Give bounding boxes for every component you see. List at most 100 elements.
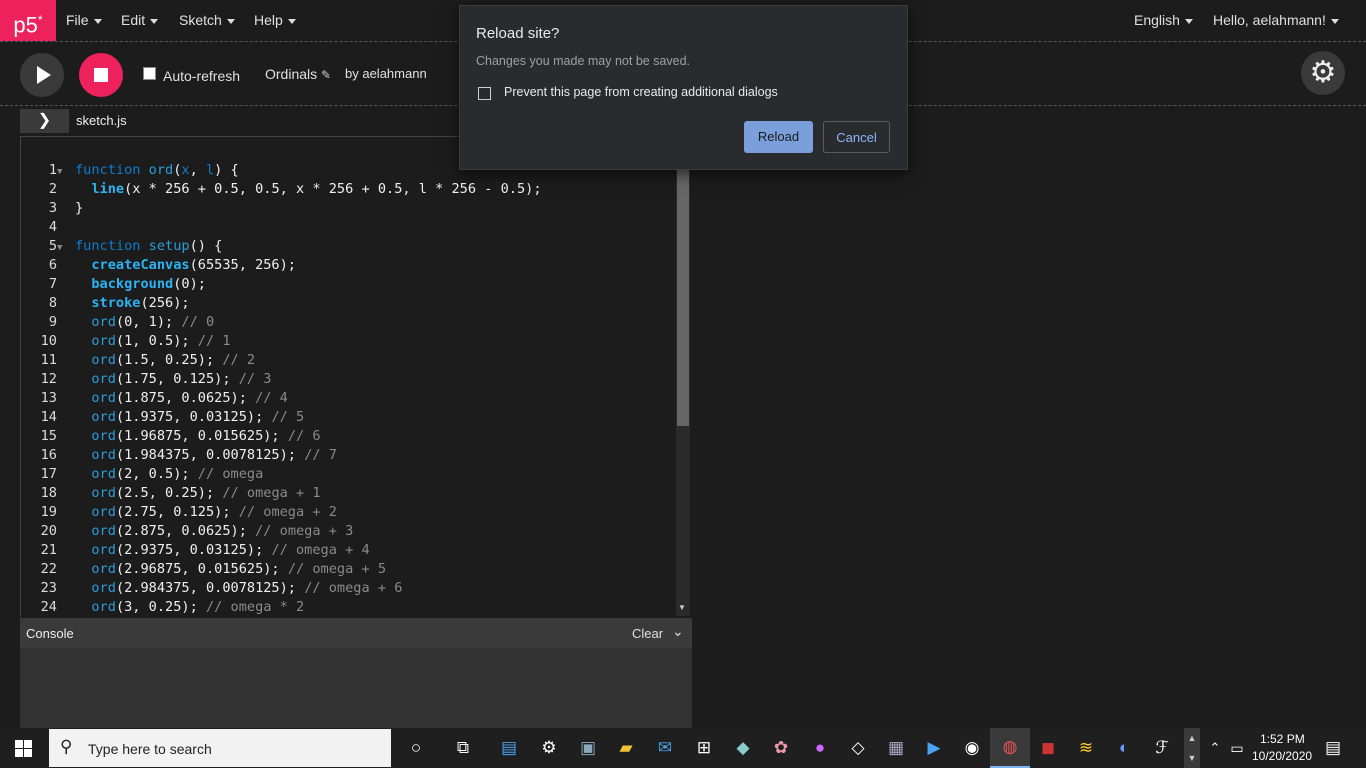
file-explorer-icon[interactable]: ▰ (614, 736, 638, 760)
code-token: x (181, 162, 190, 178)
p5-logo[interactable]: p5* (0, 0, 56, 41)
app-icon-blue-circle[interactable]: ◐ (1112, 736, 1136, 760)
app-icon-colorful[interactable]: ≋ (1074, 736, 1098, 760)
line-number: 8 (48, 295, 57, 311)
fold-gap (57, 259, 75, 276)
taskbar-search-box[interactable]: ⚲ Type here to search (49, 729, 391, 767)
chevron-down-icon (150, 18, 159, 24)
user-greeting: Hello, aelahmann! (1213, 12, 1326, 28)
prevent-dialogs-checkbox[interactable] (478, 87, 491, 100)
code-token: ord (91, 409, 116, 425)
paint3d-icon[interactable]: ● (808, 736, 832, 760)
clock-date[interactable]: 10/20/2020 (1252, 749, 1312, 763)
dialog-message: Changes you made may not be saved. (476, 54, 691, 68)
line-number: 14 (40, 409, 57, 425)
line-number: 15 (40, 428, 57, 444)
language-selector[interactable]: English (1134, 0, 1193, 41)
sidebar-toggle[interactable]: ❯ (20, 109, 69, 133)
code-token: ord (91, 333, 116, 349)
chrome-taskbar-button[interactable]: ◍ (990, 728, 1030, 768)
search-icon: ⚲ (60, 737, 73, 756)
notification-icon[interactable]: ▤ (1321, 736, 1345, 760)
line-number: 16 (40, 447, 57, 463)
app-icon-red[interactable]: ◼ (1036, 736, 1060, 760)
chevron-up-icon[interactable]: ⌃ (1203, 736, 1227, 760)
code-token: // omega + 3 (255, 523, 354, 539)
menu-file-label: File (66, 12, 89, 28)
menu-file[interactable]: File (66, 0, 102, 41)
line-number: 1 (48, 162, 57, 178)
code-token: (3, 0.25); (115, 599, 206, 615)
fold-gap (57, 373, 75, 390)
windows-start-icon[interactable] (15, 740, 32, 757)
menu-edit[interactable]: Edit (121, 0, 159, 41)
console-clear-button[interactable]: Clear (632, 626, 663, 641)
line-number: 24 (40, 599, 57, 615)
mail-icon[interactable]: ✉ (653, 736, 677, 760)
code-token: // 2 (222, 352, 256, 368)
code-token: , (189, 162, 206, 178)
play-button[interactable] (20, 53, 64, 97)
auto-refresh-checkbox[interactable] (143, 67, 156, 80)
scroll-down-arrow[interactable]: ▼ (678, 603, 686, 612)
code-token: (1.984375, 0.0078125); (115, 447, 305, 463)
line-number: 10 (40, 333, 57, 349)
task-view-icon[interactable]: ⧉ (451, 736, 475, 760)
menu-help[interactable]: Help (254, 0, 296, 41)
calculator-icon[interactable]: ▦ (884, 736, 908, 760)
code-token: line (91, 181, 125, 197)
user-menu[interactable]: Hello, aelahmann! (1213, 0, 1339, 41)
code-token: (2.9375, 0.03125); (115, 542, 272, 558)
photos-app-icon[interactable]: ▣ (576, 736, 600, 760)
fold-gap (57, 506, 75, 523)
groove-music-icon[interactable]: ◉ (960, 736, 984, 760)
code-editor[interactable]: 1▼ function ord(x, l) {2 line(x * 256 + 0… (20, 137, 693, 617)
fold-gap (57, 392, 75, 409)
line-number: 5 (48, 238, 57, 254)
menu-sketch[interactable]: Sketch (179, 0, 235, 41)
stop-button[interactable] (79, 53, 123, 97)
fold-gap (57, 411, 75, 428)
code-line: 12 ord(1.75, 0.125); // 3 (21, 371, 542, 390)
tray-scroll[interactable]: ▲ ▼ (1184, 728, 1200, 768)
clock-time[interactable]: 1:52 PM (1260, 732, 1305, 746)
network-icon[interactable]: ▭ (1225, 736, 1249, 760)
settings-app-icon[interactable]: ⚙ (537, 736, 561, 760)
cancel-button[interactable]: Cancel (823, 121, 890, 153)
chevron-down-icon[interactable]: ⌄ (672, 623, 684, 640)
settings-button[interactable]: ⚙ (1301, 51, 1345, 95)
fold-gap (57, 354, 75, 371)
code-line: 3 } (21, 200, 542, 219)
code-token: background (91, 276, 174, 292)
reload-button[interactable]: Reload (744, 121, 813, 153)
code-content: 1▼ function ord(x, l) {2 line(x * 256 + 0… (21, 162, 542, 617)
code-token: // 4 (255, 390, 288, 406)
sketch-name[interactable]: Ordinals ✎ (265, 66, 331, 82)
cortana-icon[interactable]: ○ (404, 736, 428, 760)
code-token: function (75, 238, 149, 254)
sticky-notes-icon[interactable]: ◆ (731, 736, 755, 760)
store-icon[interactable]: ⊞ (692, 736, 716, 760)
app-icon-fx[interactable]: ℱ (1150, 736, 1174, 760)
code-token: ord (91, 371, 116, 387)
line-number: 2 (48, 181, 57, 197)
fold-arrow-icon[interactable]: ▼ (57, 164, 75, 181)
code-token: ord (91, 523, 116, 539)
news-app-icon[interactable]: ▤ (497, 736, 521, 760)
3d-viewer-icon[interactable]: ◇ (846, 736, 870, 760)
line-number: 7 (48, 276, 57, 292)
paint-icon[interactable]: ✿ (769, 736, 793, 760)
fold-arrow-icon[interactable]: ▼ (57, 240, 75, 257)
code-token: (0); (173, 276, 206, 292)
file-tab-sketch-js[interactable]: sketch.js (76, 113, 127, 128)
code-line: 19 ord(2.75, 0.125); // omega + 2 (21, 504, 542, 523)
code-token: function (75, 162, 149, 178)
movies-icon[interactable]: ▶ (922, 736, 946, 760)
menu-edit-label: Edit (121, 12, 146, 28)
editor-scroll-thumb[interactable] (677, 170, 689, 426)
